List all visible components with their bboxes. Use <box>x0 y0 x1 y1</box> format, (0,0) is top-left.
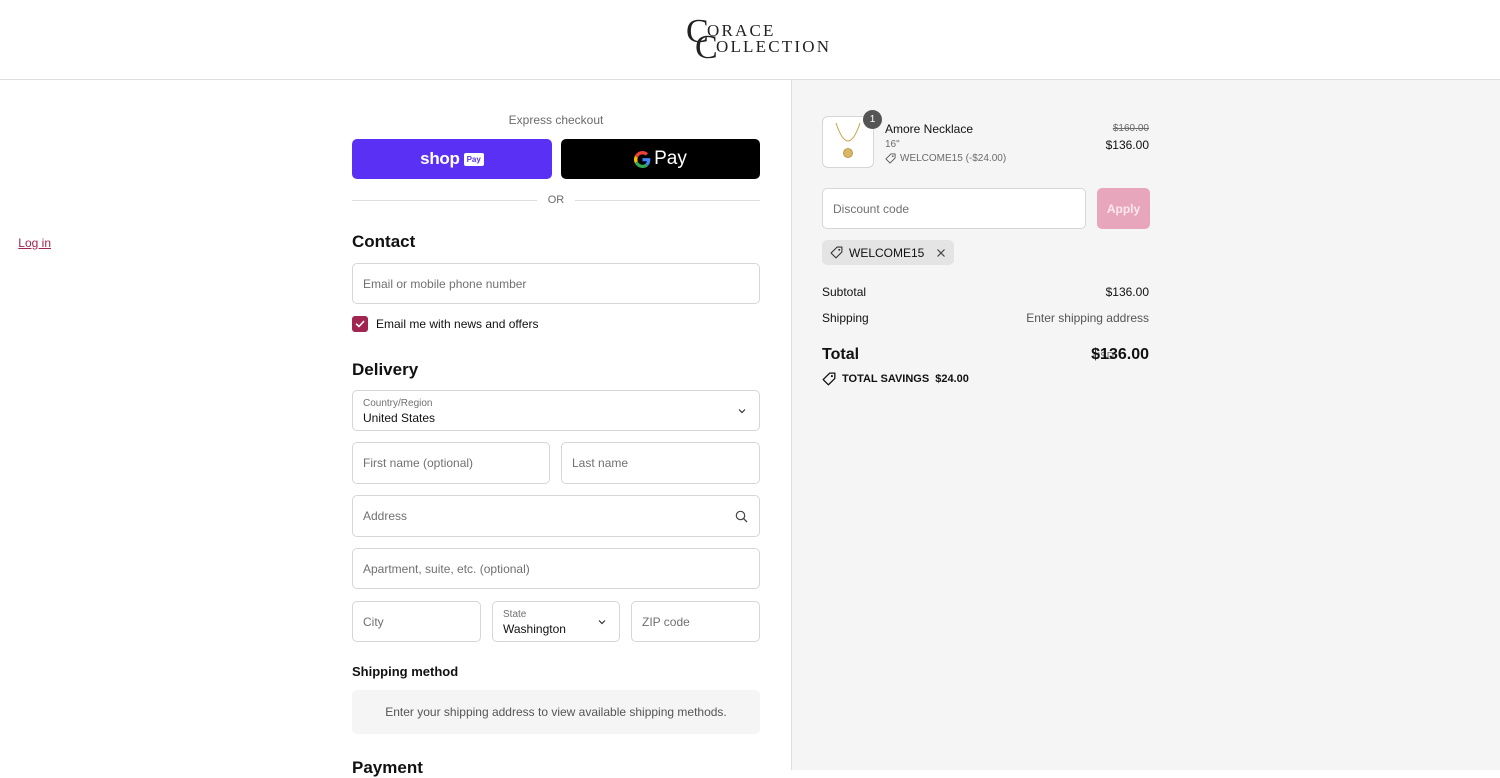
state-value: Washington <box>503 622 566 636</box>
email-placeholder: Email or mobile phone number <box>363 276 527 291</box>
payment-title: Payment <box>352 758 423 777</box>
product-price: $136.00 <box>1105 138 1149 152</box>
total-savings-label: TOTAL SAVINGS <box>842 373 930 385</box>
apply-button[interactable]: Apply <box>1097 188 1150 229</box>
email-field[interactable]: Email or mobile phone number <box>352 263 760 304</box>
address-field[interactable]: Address <box>352 495 760 537</box>
country-select[interactable]: Country/Region United States <box>352 390 760 431</box>
shipping-method-title: Shipping method <box>352 664 459 679</box>
product-original-price: $160.00 <box>1112 123 1149 134</box>
subtotal-value: $136.00 <box>1105 285 1149 299</box>
newsletter-checkbox[interactable] <box>352 316 368 332</box>
or-divider: OR <box>352 194 760 208</box>
product-thumbnail: 1 <box>822 110 882 168</box>
city-field[interactable]: City <box>352 601 481 642</box>
brand-logo[interactable]: C ORACE C OLLECTION <box>686 15 829 65</box>
product-discount: WELCOME15 (-$24.00) <box>885 153 1006 164</box>
logo-word-ollection: OLLECTION <box>716 37 832 56</box>
header: C ORACE C OLLECTION <box>0 0 1500 80</box>
tag-icon <box>885 153 896 164</box>
address-placeholder: Address <box>363 509 408 523</box>
google-g-icon <box>634 150 651 168</box>
checkmark-icon <box>355 320 365 328</box>
total-savings-value: $24.00 <box>935 373 969 385</box>
subtotal-label: Subtotal <box>822 285 867 299</box>
city-placeholder: City <box>363 614 384 629</box>
shipping-method-note: Enter your shipping address to view avai… <box>352 690 760 734</box>
logo-initial-c2: C <box>695 29 718 66</box>
google-pay-button[interactable]: Pay <box>561 139 760 179</box>
last-name-placeholder: Last name <box>572 456 629 470</box>
apartment-field[interactable]: Apartment, suite, etc. (optional) <box>352 548 760 589</box>
first-name-placeholder: First name (optional) <box>363 456 474 470</box>
divider-line-right <box>575 200 760 201</box>
zip-field[interactable]: ZIP code <box>631 601 760 642</box>
country-value: United States <box>363 411 436 425</box>
login-link[interactable]: Log in <box>18 236 51 250</box>
discount-code-field[interactable]: Discount code <box>822 188 1086 229</box>
shop-pay-button[interactable]: shop Pay <box>352 139 552 179</box>
discount-code-placeholder: Discount code <box>833 201 910 216</box>
chevron-down-icon <box>598 619 606 624</box>
country-label: Country/Region <box>363 398 433 409</box>
express-checkout-title: Express checkout <box>508 113 604 127</box>
total-savings: TOTAL SAVINGS $24.00 <box>822 372 969 386</box>
product-variant: 16" <box>885 139 900 150</box>
search-icon[interactable] <box>735 510 748 523</box>
total-label: Total <box>822 346 860 363</box>
state-label: State <box>503 609 527 620</box>
checkout-form-panel: Express checkout shop Pay Pay OR Contact… <box>0 80 791 777</box>
total-value: $136.00 <box>1091 346 1149 363</box>
state-select[interactable]: State Washington <box>492 601 620 642</box>
quantity-badge: 1 <box>863 110 882 129</box>
product-discount-text: WELCOME15 (-$24.00) <box>900 153 1007 164</box>
last-name-field[interactable]: Last name <box>561 442 760 484</box>
order-summary-panel: 1 Amore Necklace 16" WELCOME15 (-$24.00)… <box>791 80 1500 770</box>
applied-discount-chip: WELCOME15 <box>822 240 955 265</box>
product-name: Amore Necklace <box>885 122 974 136</box>
delivery-title: Delivery <box>352 360 419 379</box>
chevron-down-icon <box>738 408 746 413</box>
apartment-placeholder: Apartment, suite, etc. (optional) <box>363 561 530 576</box>
shipping-value: Enter shipping address <box>1026 311 1149 325</box>
tag-icon <box>822 372 836 386</box>
first-name-field[interactable]: First name (optional) <box>352 442 550 484</box>
tag-icon <box>830 246 843 259</box>
newsletter-label[interactable]: Email me with news and offers <box>376 317 539 331</box>
google-pay-word: Pay <box>654 148 687 169</box>
close-icon[interactable] <box>936 248 946 258</box>
applied-discount-code: WELCOME15 <box>849 245 925 260</box>
contact-title: Contact <box>352 232 416 251</box>
shop-pay-word: shop <box>420 149 460 168</box>
shipping-label: Shipping <box>822 311 869 325</box>
zip-placeholder: ZIP code <box>642 614 690 629</box>
shop-pay-badge: Pay <box>463 152 484 166</box>
